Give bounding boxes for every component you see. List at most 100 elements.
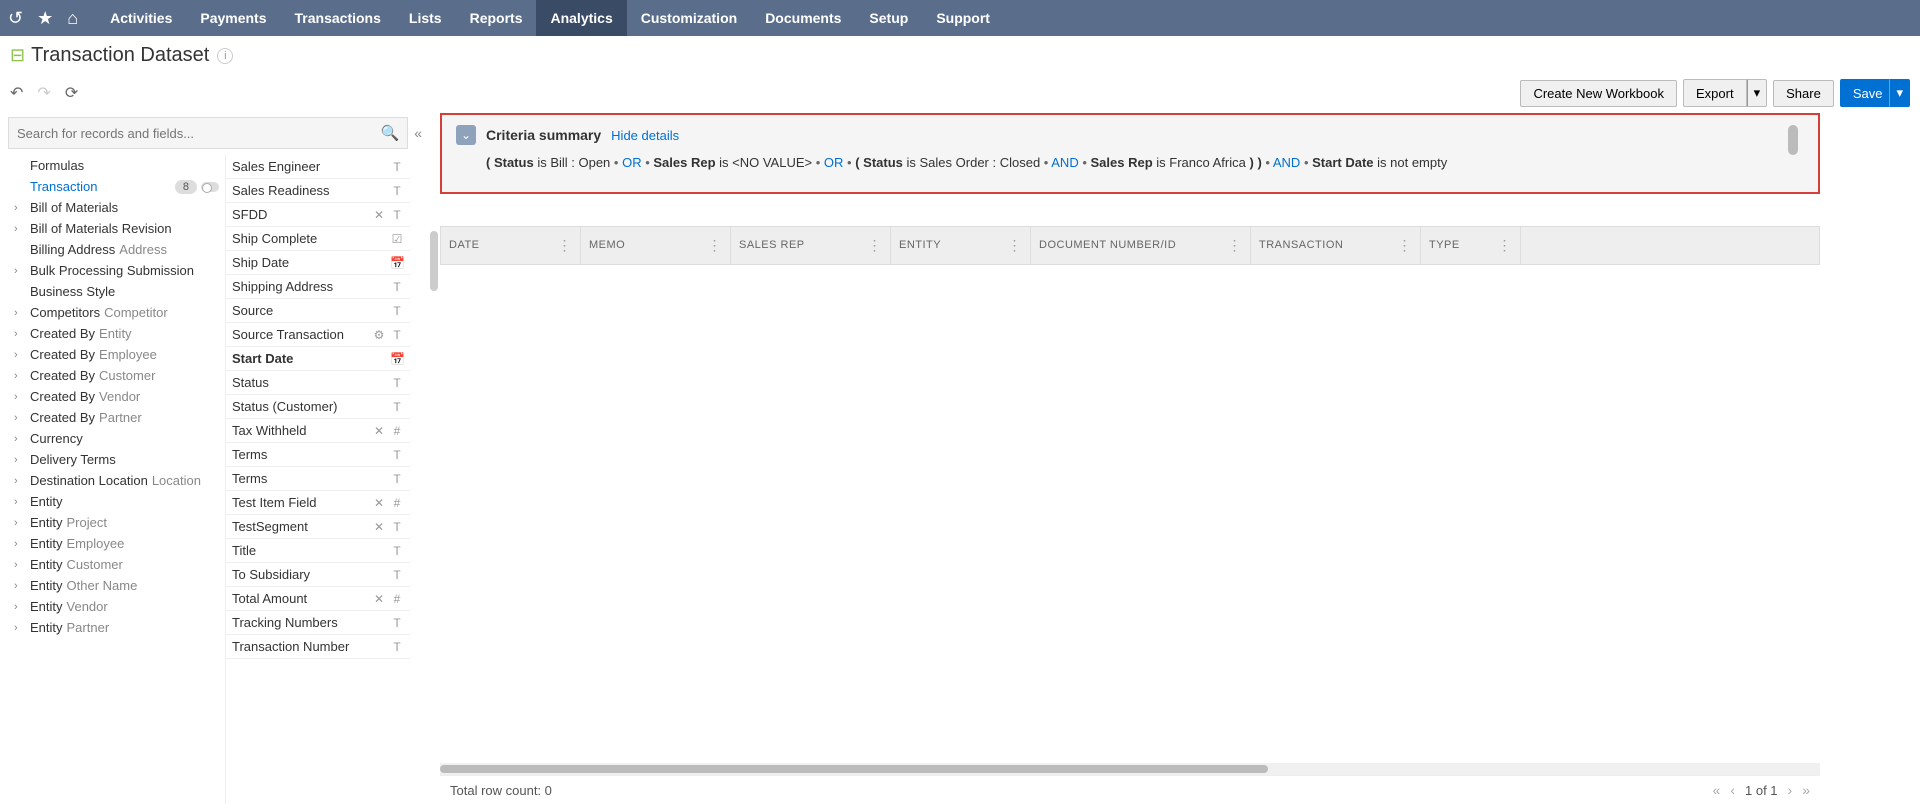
grid-column-header[interactable]: TYPE⋮: [1421, 227, 1521, 264]
share-button[interactable]: Share: [1773, 80, 1834, 107]
nav-lists[interactable]: Lists: [395, 0, 456, 36]
fields-list[interactable]: Sales EngineerTSales ReadinessTSFDD✕TShi…: [225, 155, 410, 804]
refresh-icon[interactable]: ⟳: [65, 83, 78, 103]
horizontal-scrollbar[interactable]: [440, 763, 1820, 775]
chevron-right-icon[interactable]: ›: [14, 349, 18, 361]
home-icon[interactable]: ⌂: [67, 8, 78, 29]
field-row[interactable]: Start Date📅: [226, 347, 410, 371]
grid-column-header[interactable]: SALES REP⋮: [731, 227, 891, 264]
field-row[interactable]: Source Transaction⚙T: [226, 323, 410, 347]
undo-icon[interactable]: ↶: [10, 83, 23, 103]
info-icon[interactable]: i: [217, 48, 233, 64]
column-menu-icon[interactable]: ⋮: [1228, 237, 1243, 254]
tree-item[interactable]: ›EntityPartner: [0, 617, 225, 638]
tree-item[interactable]: ›Entity: [0, 491, 225, 512]
history-icon[interactable]: ↺: [8, 8, 23, 29]
tree-item[interactable]: ›Destination LocationLocation: [0, 470, 225, 491]
save-dropdown[interactable]: ▾: [1889, 79, 1910, 107]
toggle-switch[interactable]: [201, 182, 219, 192]
last-page-icon[interactable]: »: [1802, 782, 1810, 798]
chevron-right-icon[interactable]: ›: [14, 391, 18, 403]
chevron-right-icon[interactable]: ›: [14, 223, 18, 235]
chevron-right-icon[interactable]: ›: [14, 265, 18, 277]
tree-item[interactable]: Transaction8: [0, 176, 225, 197]
column-menu-icon[interactable]: ⋮: [708, 237, 723, 254]
tree-item[interactable]: ›Bill of Materials Revision: [0, 218, 225, 239]
field-row[interactable]: Tracking NumbersT: [226, 611, 410, 635]
field-row[interactable]: Shipping AddressT: [226, 275, 410, 299]
export-dropdown[interactable]: ▾: [1747, 79, 1768, 107]
field-row[interactable]: Total Amount✕#: [226, 587, 410, 611]
nav-support[interactable]: Support: [922, 0, 1004, 36]
save-button[interactable]: Save: [1840, 79, 1890, 107]
nav-payments[interactable]: Payments: [186, 0, 280, 36]
field-row[interactable]: TermsT: [226, 443, 410, 467]
record-tree[interactable]: FormulasTransaction8›Bill of Materials›B…: [0, 155, 225, 804]
chevron-right-icon[interactable]: ›: [14, 601, 18, 613]
chevron-right-icon[interactable]: ›: [14, 307, 18, 319]
grid-column-header[interactable]: TRANSACTION⋮: [1251, 227, 1421, 264]
field-row[interactable]: StatusT: [226, 371, 410, 395]
nav-analytics[interactable]: Analytics: [536, 0, 626, 36]
chevron-right-icon[interactable]: ›: [14, 202, 18, 214]
nav-reports[interactable]: Reports: [456, 0, 537, 36]
next-page-icon[interactable]: ›: [1788, 782, 1793, 798]
scrollbar[interactable]: [430, 231, 438, 291]
grid-column-header[interactable]: MEMO⋮: [581, 227, 731, 264]
hide-details-link[interactable]: Hide details: [611, 128, 679, 143]
chevron-right-icon[interactable]: ›: [14, 433, 18, 445]
field-row[interactable]: Tax Withheld✕#: [226, 419, 410, 443]
grid-column-header[interactable]: ENTITY⋮: [891, 227, 1031, 264]
nav-setup[interactable]: Setup: [855, 0, 922, 36]
prev-page-icon[interactable]: ‹: [1730, 782, 1735, 798]
tree-item[interactable]: ›Created ByCustomer: [0, 365, 225, 386]
tree-item[interactable]: Billing AddressAddress: [0, 239, 225, 260]
export-button[interactable]: Export: [1683, 79, 1747, 107]
tree-item[interactable]: ›EntityEmployee: [0, 533, 225, 554]
field-row[interactable]: Ship Date📅: [226, 251, 410, 275]
chevron-right-icon[interactable]: ›: [14, 622, 18, 634]
field-row[interactable]: SFDD✕T: [226, 203, 410, 227]
tree-item[interactable]: ›Currency: [0, 428, 225, 449]
tree-item[interactable]: ›EntityOther Name: [0, 575, 225, 596]
chevron-right-icon[interactable]: ›: [14, 454, 18, 466]
tree-item[interactable]: Formulas: [0, 155, 225, 176]
chevron-right-icon[interactable]: ›: [14, 328, 18, 340]
search-input[interactable]: [17, 126, 381, 141]
tree-item[interactable]: ›CompetitorsCompetitor: [0, 302, 225, 323]
grid-column-header[interactable]: DATE⋮: [441, 227, 581, 264]
column-menu-icon[interactable]: ⋮: [1398, 237, 1413, 254]
chevron-right-icon[interactable]: ›: [14, 370, 18, 382]
tree-item[interactable]: ›Bill of Materials: [0, 197, 225, 218]
chevron-right-icon[interactable]: ›: [14, 517, 18, 529]
chevron-right-icon[interactable]: ›: [14, 475, 18, 487]
tree-item[interactable]: ›EntityVendor: [0, 596, 225, 617]
tree-item[interactable]: ›EntityCustomer: [0, 554, 225, 575]
field-row[interactable]: TitleT: [226, 539, 410, 563]
chevron-right-icon[interactable]: ›: [14, 496, 18, 508]
field-row[interactable]: Transaction NumberT: [226, 635, 410, 659]
collapse-panel-icon[interactable]: «: [414, 125, 422, 141]
tree-item[interactable]: ›Created ByVendor: [0, 386, 225, 407]
column-menu-icon[interactable]: ⋮: [1498, 237, 1513, 254]
nav-documents[interactable]: Documents: [751, 0, 855, 36]
nav-transactions[interactable]: Transactions: [281, 0, 395, 36]
chevron-right-icon[interactable]: ›: [14, 580, 18, 592]
search-box[interactable]: 🔍: [8, 117, 408, 149]
column-menu-icon[interactable]: ⋮: [868, 237, 883, 254]
nav-customization[interactable]: Customization: [627, 0, 751, 36]
chevron-right-icon[interactable]: ›: [14, 412, 18, 424]
tree-item[interactable]: ›EntityProject: [0, 512, 225, 533]
tree-item[interactable]: Business Style: [0, 281, 225, 302]
nav-activities[interactable]: Activities: [96, 0, 186, 36]
field-row[interactable]: Status (Customer)T: [226, 395, 410, 419]
create-workbook-button[interactable]: Create New Workbook: [1520, 80, 1677, 107]
scrollbar[interactable]: [1788, 125, 1798, 155]
grid-column-header[interactable]: DOCUMENT NUMBER/ID⋮: [1031, 227, 1251, 264]
field-row[interactable]: To SubsidiaryT: [226, 563, 410, 587]
field-row[interactable]: TestSegment✕T: [226, 515, 410, 539]
field-row[interactable]: Sales ReadinessT: [226, 179, 410, 203]
chevron-right-icon[interactable]: ›: [14, 538, 18, 550]
column-menu-icon[interactable]: ⋮: [1008, 237, 1023, 254]
criteria-collapse-icon[interactable]: ⌄: [456, 125, 476, 145]
